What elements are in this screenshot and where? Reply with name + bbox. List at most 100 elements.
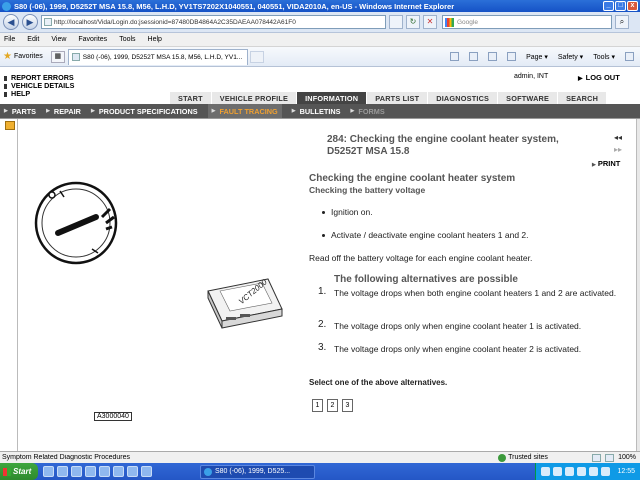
- quick-launch-icon[interactable]: [127, 466, 138, 477]
- subnav-fault-tracing[interactable]: ▶ FAULT TRACING: [207, 104, 282, 118]
- help-link[interactable]: HELP: [4, 90, 74, 98]
- subnav-product-specifications[interactable]: ▶ PRODUCT SPECIFICATIONS: [91, 107, 198, 116]
- illustration-code: A3000040: [94, 412, 132, 421]
- subnav-repair[interactable]: ▶ REPAIR: [46, 107, 81, 116]
- triangle-right-icon: ▶: [46, 108, 50, 114]
- alternatives-list: 1. The voltage drops when both engine co…: [318, 287, 618, 357]
- page-menu[interactable]: Page ▾: [526, 53, 548, 61]
- new-tab-button[interactable]: [249, 50, 264, 63]
- triangle-right-icon: ▶: [291, 108, 296, 114]
- bullet-icon: [4, 83, 7, 89]
- next-page-button[interactable]: ▸▸: [614, 144, 622, 156]
- back-button[interactable]: ◀: [3, 14, 19, 30]
- triangle-right-icon: ▶: [4, 108, 8, 114]
- alternative-number: 2.: [318, 319, 327, 330]
- help-icon[interactable]: [625, 52, 634, 61]
- logout-link[interactable]: ▶ LOG OUT: [578, 73, 620, 82]
- refresh-button[interactable]: ↻: [406, 15, 420, 29]
- favorites-star-icon: ★: [3, 51, 12, 62]
- tree-toggle-icon[interactable]: [5, 121, 15, 130]
- triangle-right-icon: ▶: [592, 162, 596, 168]
- quick-launch-icon[interactable]: [57, 466, 68, 477]
- menu-bar: File Edit View Favorites Tools Help: [0, 33, 640, 47]
- feeds-icon[interactable]: [469, 52, 479, 61]
- tray-icon[interactable]: [577, 467, 587, 476]
- quick-launch-icon[interactable]: [141, 466, 152, 477]
- bullet-icon: [322, 233, 325, 237]
- quick-tabs-icon[interactable]: ▦: [50, 50, 65, 63]
- zoom-level[interactable]: 100%: [618, 454, 636, 461]
- alternative-2-button[interactable]: 2: [327, 399, 338, 412]
- menu-edit[interactable]: Edit: [27, 36, 39, 43]
- alternative-1-button[interactable]: 1: [312, 399, 323, 412]
- bullet-icon: [4, 91, 7, 97]
- print-icon[interactable]: [507, 52, 517, 61]
- list-item: Activate / deactivate engine coolant hea…: [322, 229, 529, 241]
- menu-tools[interactable]: Tools: [119, 36, 135, 43]
- url-input[interactable]: http://localhost/Vida/Login.do;jsessioni…: [41, 15, 386, 29]
- scrollbar[interactable]: [636, 119, 640, 452]
- document-title: 284: Checking the engine coolant heater …: [327, 134, 559, 157]
- ignition-switch-icon: [34, 181, 118, 265]
- favorites-button[interactable]: Favorites: [14, 53, 43, 60]
- tray-icon[interactable]: [541, 467, 551, 476]
- forward-button[interactable]: ▶: [22, 14, 38, 30]
- browser-tab[interactable]: S80 (-06), 1999, D5252T MSA 15.8, M56, L…: [67, 48, 248, 65]
- tab-software[interactable]: SOFTWARE: [498, 92, 559, 104]
- tray-icon[interactable]: [565, 467, 575, 476]
- start-button[interactable]: Start: [0, 463, 38, 480]
- window-title: S80 (-06), 1999, D5252T MSA 15.8, M56, L…: [14, 1, 455, 11]
- compatibility-view-button[interactable]: [389, 15, 403, 29]
- menu-favorites[interactable]: Favorites: [78, 36, 107, 43]
- ie-app-icon: [204, 467, 212, 476]
- google-icon: [445, 17, 454, 27]
- tray-icon[interactable]: [553, 467, 563, 476]
- main-tabs: START VEHICLE PROFILE INFORMATION PARTS …: [170, 92, 608, 104]
- favorites-bar: ★ Favorites ▦ S80 (-06), 1999, D5252T MS…: [0, 47, 640, 67]
- triangle-right-icon: ▶: [90, 108, 95, 114]
- mail-icon[interactable]: [488, 52, 498, 61]
- menu-view[interactable]: View: [51, 36, 66, 43]
- tab-parts-list[interactable]: PARTS LIST: [367, 92, 429, 104]
- search-input[interactable]: Google: [442, 15, 612, 29]
- safety-menu[interactable]: Safety ▾: [558, 53, 583, 61]
- triangle-right-icon: ▶: [211, 108, 216, 114]
- tray-icon[interactable]: [589, 467, 599, 476]
- windows-flag-icon: [3, 467, 11, 476]
- tray-icon[interactable]: [601, 467, 611, 476]
- quick-launch-icon[interactable]: [43, 466, 54, 477]
- minimize-button[interactable]: _: [603, 1, 614, 11]
- tab-start[interactable]: START: [170, 92, 212, 104]
- close-button[interactable]: x: [627, 1, 638, 11]
- status-text: Symptom Related Diagnostic Procedures: [2, 454, 131, 461]
- page-icon: [44, 18, 52, 26]
- document-content: VCT2000 A3000040 284: Checking the engin…: [0, 118, 640, 452]
- subnav-parts[interactable]: ▶ PARTS: [4, 107, 36, 116]
- security-zone[interactable]: Trusted sites: [498, 453, 588, 462]
- tab-diagnostics[interactable]: DIAGNOSTICS: [428, 92, 499, 104]
- menu-file[interactable]: File: [4, 36, 15, 43]
- home-icon[interactable]: [450, 52, 460, 61]
- section-subtitle: Checking the battery voltage: [309, 185, 426, 195]
- quick-launch-icon[interactable]: [113, 466, 124, 477]
- command-bar: Page ▾ Safety ▾ Tools ▾: [450, 52, 640, 61]
- protected-mode-icon[interactable]: [592, 453, 602, 462]
- taskbar-window-button[interactable]: S80 (-06), 1999, D525...: [200, 464, 315, 479]
- quick-launch-icon[interactable]: [85, 466, 96, 477]
- zoom-icon: [605, 453, 615, 462]
- subnav-bulletins[interactable]: ▶ BULLETINS: [292, 107, 341, 116]
- alternative-3-button[interactable]: 3: [342, 399, 353, 412]
- step-list: Ignition on. Activate / deactivate engin…: [322, 206, 529, 241]
- tab-vehicle-profile[interactable]: VEHICLE PROFILE: [211, 92, 298, 104]
- tab-information[interactable]: INFORMATION: [297, 92, 368, 104]
- tools-menu[interactable]: Tools ▾: [593, 53, 615, 61]
- search-icon[interactable]: ⌕: [615, 15, 629, 29]
- menu-help[interactable]: Help: [148, 36, 162, 43]
- previous-page-button[interactable]: ◂◂: [614, 132, 622, 144]
- quick-launch-icon[interactable]: [99, 466, 110, 477]
- maximize-button[interactable]: □: [615, 1, 626, 11]
- quick-launch-icon[interactable]: [71, 466, 82, 477]
- stop-button[interactable]: ✕: [423, 15, 437, 29]
- tab-search[interactable]: SEARCH: [558, 92, 608, 104]
- print-link[interactable]: ▶ PRINT: [592, 159, 620, 168]
